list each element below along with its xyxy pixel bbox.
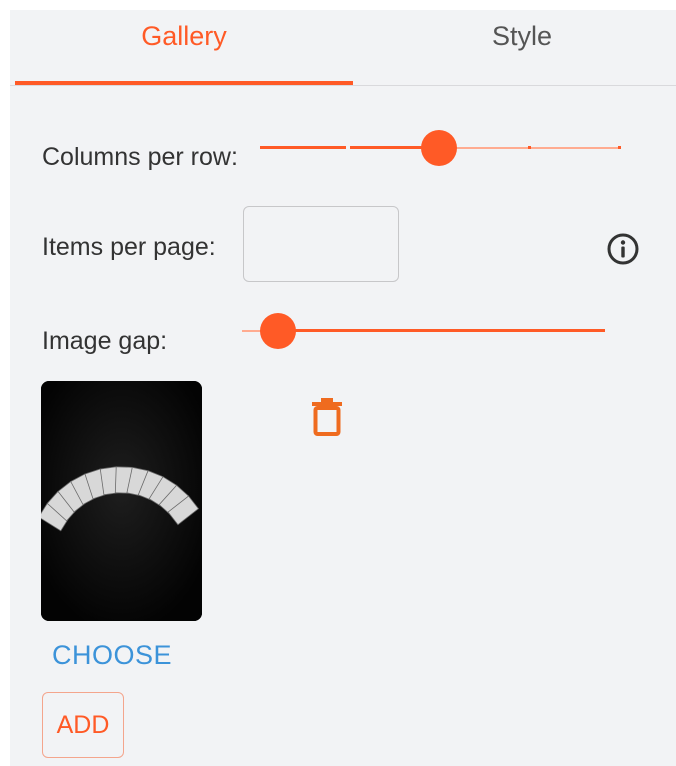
active-tab-indicator [15,81,353,85]
choose-image-link[interactable]: CHOOSE [52,640,172,671]
tab-style[interactable]: Style [353,10,676,85]
playing-cards-image [41,381,202,621]
info-circle-icon[interactable] [606,232,640,266]
slider-tick [528,146,531,149]
slider-tick [618,146,621,149]
slider-track-segment [242,330,262,332]
columns-per-row-label: Columns per row: [42,143,238,171]
trash-icon[interactable] [312,398,342,436]
slider-track-segment [260,146,346,149]
gallery-image-thumbnail[interactable] [41,381,202,621]
image-gap-slider-thumb[interactable] [260,313,296,349]
add-image-button[interactable]: ADD [42,692,124,758]
image-gap-label: Image gap: [42,327,168,355]
items-per-page-label: Items per page: [42,233,216,261]
gallery-settings-panel: Gallery Style Columns per row: Items per… [10,10,676,766]
items-per-page-input[interactable] [243,206,399,282]
slider-track-segment [531,147,620,149]
columns-slider-thumb[interactable] [421,130,457,166]
tab-bar: Gallery Style [10,10,676,86]
slider-track-segment [278,329,605,332]
tab-gallery[interactable]: Gallery [15,10,353,85]
